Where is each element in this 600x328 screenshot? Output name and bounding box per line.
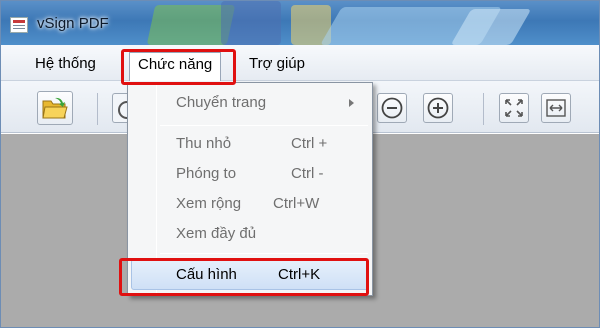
menu-item-xem-rong[interactable]: Xem rộng bbox=[176, 195, 241, 212]
toolbar-separator bbox=[97, 93, 98, 125]
shortcut-phong-to: Ctrl - bbox=[291, 165, 324, 182]
menu-he-thong[interactable]: Hệ thống bbox=[35, 55, 96, 72]
menu-item-thu-nho[interactable]: Thu nhỏ bbox=[176, 135, 231, 152]
fit-page-button[interactable] bbox=[499, 93, 529, 123]
menu-item-xem-day-du[interactable]: Xem đầy đủ bbox=[176, 225, 256, 242]
open-button[interactable] bbox=[37, 91, 73, 125]
open-folder-icon bbox=[42, 97, 68, 119]
menu-item-chuyen-trang[interactable]: Chuyển trang bbox=[176, 94, 266, 111]
menu-item-phong-to[interactable]: Phóng to bbox=[176, 165, 236, 182]
submenu-arrow-icon bbox=[349, 99, 354, 107]
title-bar[interactable]: vSign PDF bbox=[1, 1, 599, 45]
shortcut-thu-nho: Ctrl + bbox=[291, 135, 328, 152]
zoom-out-button[interactable] bbox=[377, 93, 407, 123]
highlight-box-menu bbox=[121, 49, 236, 85]
zoom-in-icon bbox=[427, 97, 449, 119]
fit-width-button[interactable] bbox=[541, 93, 571, 123]
shortcut-xem-rong: Ctrl+W bbox=[273, 195, 320, 212]
window-title: vSign PDF bbox=[37, 15, 109, 32]
menu-separator bbox=[160, 253, 368, 254]
zoom-out-icon bbox=[381, 97, 403, 119]
toolbar-button-partial[interactable] bbox=[112, 93, 136, 123]
titlebar-decoration bbox=[221, 1, 281, 45]
fit-width-icon bbox=[546, 99, 566, 117]
menu-tro-giup[interactable]: Trợ giúp bbox=[249, 55, 305, 72]
toolbar-separator bbox=[483, 93, 484, 125]
app-window: vSign PDF Hệ thống Chức năng Trợ giúp Ch… bbox=[0, 0, 600, 328]
zoom-in-button[interactable] bbox=[423, 93, 453, 123]
menu-bar: Hệ thống Chức năng Trợ giúp bbox=[1, 45, 599, 82]
app-icon[interactable] bbox=[10, 17, 28, 33]
fit-page-icon bbox=[505, 99, 523, 117]
menu-separator bbox=[160, 125, 368, 126]
highlight-box-cau-hinh bbox=[119, 258, 369, 296]
